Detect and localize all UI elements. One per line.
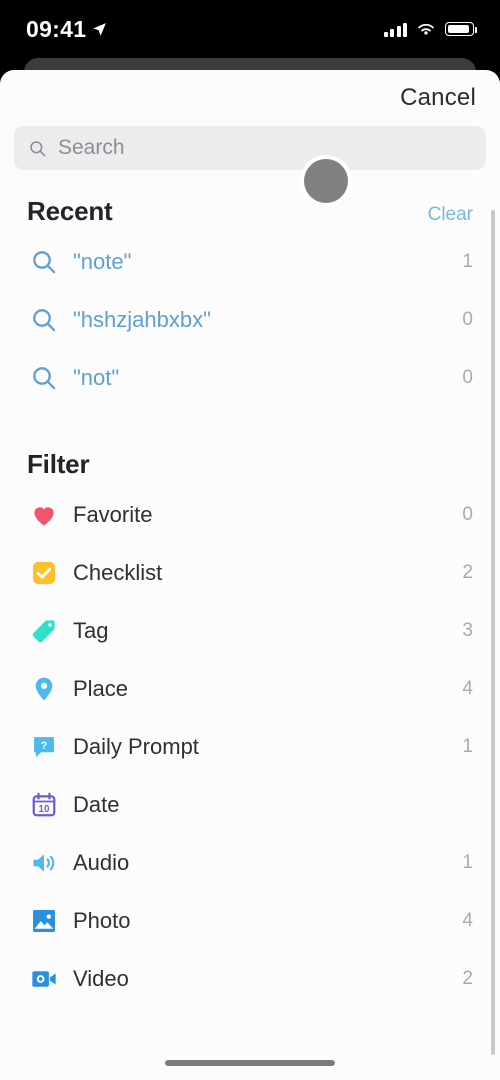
calendar-icon: 10 bbox=[27, 791, 61, 819]
status-bar: 09:41 bbox=[0, 0, 500, 58]
list-item-label: "not" bbox=[73, 365, 120, 390]
filter-item-favorite[interactable]: Favorite 0 bbox=[0, 486, 500, 544]
list-item[interactable]: "hshzjahbxbx" 0 bbox=[0, 291, 500, 349]
battery-icon bbox=[445, 22, 477, 36]
svg-text:?: ? bbox=[41, 740, 48, 752]
list-item-count: 0 bbox=[462, 367, 473, 388]
filter-item-label: Place bbox=[73, 676, 129, 701]
filter-item-video[interactable]: Video 2 bbox=[0, 950, 500, 1008]
filter-item-count: 2 bbox=[462, 562, 473, 583]
phone-screen: 09:41 Cancel Search Recent Clear "note" … bbox=[0, 0, 500, 1080]
filter-item-label: Tag bbox=[73, 618, 109, 643]
list-item[interactable]: "not" 0 bbox=[0, 349, 500, 407]
search-sheet: Cancel Search Recent Clear "note" 1 "hsh… bbox=[0, 70, 500, 1080]
filter-item-checklist[interactable]: Checklist 2 bbox=[0, 544, 500, 602]
filter-section-header: Filter bbox=[0, 449, 500, 480]
filter-item-count: 1 bbox=[462, 736, 473, 757]
filter-item-count: 3 bbox=[462, 620, 473, 641]
filter-item-count: 1 bbox=[462, 852, 473, 873]
recent-list: "note" 1 "hshzjahbxbx" 0 "not" 0 bbox=[0, 233, 500, 407]
search-bar-container: Search bbox=[0, 126, 500, 170]
heart-icon bbox=[27, 501, 61, 529]
filter-item-count: 4 bbox=[462, 910, 473, 931]
filter-item-date[interactable]: 10 Date bbox=[0, 776, 500, 834]
filter-item-label: Photo bbox=[73, 908, 131, 933]
filter-item-audio[interactable]: Audio 1 bbox=[0, 834, 500, 892]
place-pin-icon bbox=[27, 675, 61, 703]
list-item-label: "note" bbox=[73, 249, 132, 274]
audio-icon bbox=[27, 849, 61, 877]
list-item-label: "hshzjahbxbx" bbox=[73, 307, 211, 332]
filter-item-daily-prompt[interactable]: ? Daily Prompt 1 bbox=[0, 718, 500, 776]
status-time: 09:41 bbox=[26, 15, 87, 42]
filter-item-count: 4 bbox=[462, 678, 473, 699]
calendar-day-number: 10 bbox=[39, 804, 50, 815]
filter-list: Favorite 0 Checklist 2 Tag 3 Place 4 ? D… bbox=[0, 486, 500, 1008]
search-icon bbox=[30, 140, 46, 156]
filter-item-label: Audio bbox=[73, 850, 130, 875]
daily-prompt-icon: ? bbox=[27, 733, 61, 761]
clear-recent-button[interactable]: Clear bbox=[428, 204, 473, 226]
filter-item-photo[interactable]: Photo 4 bbox=[0, 892, 500, 950]
search-icon bbox=[27, 248, 61, 276]
checklist-icon bbox=[27, 559, 61, 587]
home-indicator bbox=[165, 1060, 335, 1066]
filter-item-label: Checklist bbox=[73, 560, 163, 585]
recent-section-header: Recent Clear bbox=[0, 196, 500, 227]
filter-item-place[interactable]: Place 4 bbox=[0, 660, 500, 718]
list-item-count: 1 bbox=[462, 251, 473, 272]
filter-item-tag[interactable]: Tag 3 bbox=[0, 602, 500, 660]
status-bar-left: 09:41 bbox=[26, 16, 108, 43]
search-icon bbox=[27, 306, 61, 334]
filter-item-label: Favorite bbox=[73, 502, 153, 527]
location-arrow-icon bbox=[93, 22, 107, 36]
filter-item-count: 2 bbox=[462, 968, 473, 989]
sheet-header: Cancel bbox=[0, 70, 500, 126]
filter-item-label: Daily Prompt bbox=[73, 734, 199, 759]
vertical-scrollbar[interactable] bbox=[491, 210, 495, 1055]
filter-item-count: 0 bbox=[462, 504, 473, 525]
touch-cursor-indicator bbox=[304, 159, 348, 203]
sheet-scroll-body: Recent Clear "note" 1 "hshzjahbxbx" 0 "n… bbox=[0, 170, 500, 1008]
search-input-placeholder[interactable]: Search bbox=[58, 136, 125, 160]
cellular-bars-icon bbox=[383, 22, 407, 37]
list-item[interactable]: "note" 1 bbox=[0, 233, 500, 291]
search-field[interactable]: Search bbox=[14, 126, 486, 170]
filter-item-label: Date bbox=[73, 792, 120, 817]
list-item-count: 0 bbox=[462, 309, 473, 330]
video-icon bbox=[27, 965, 61, 993]
search-icon bbox=[27, 364, 61, 392]
photo-icon bbox=[27, 907, 61, 935]
wifi-icon bbox=[418, 23, 434, 35]
status-bar-right bbox=[383, 22, 477, 37]
recent-title: Recent bbox=[27, 196, 113, 226]
filter-title: Filter bbox=[27, 449, 90, 479]
tag-icon bbox=[27, 617, 61, 645]
filter-item-label: Video bbox=[73, 966, 129, 991]
cancel-button[interactable]: Cancel bbox=[400, 84, 476, 112]
